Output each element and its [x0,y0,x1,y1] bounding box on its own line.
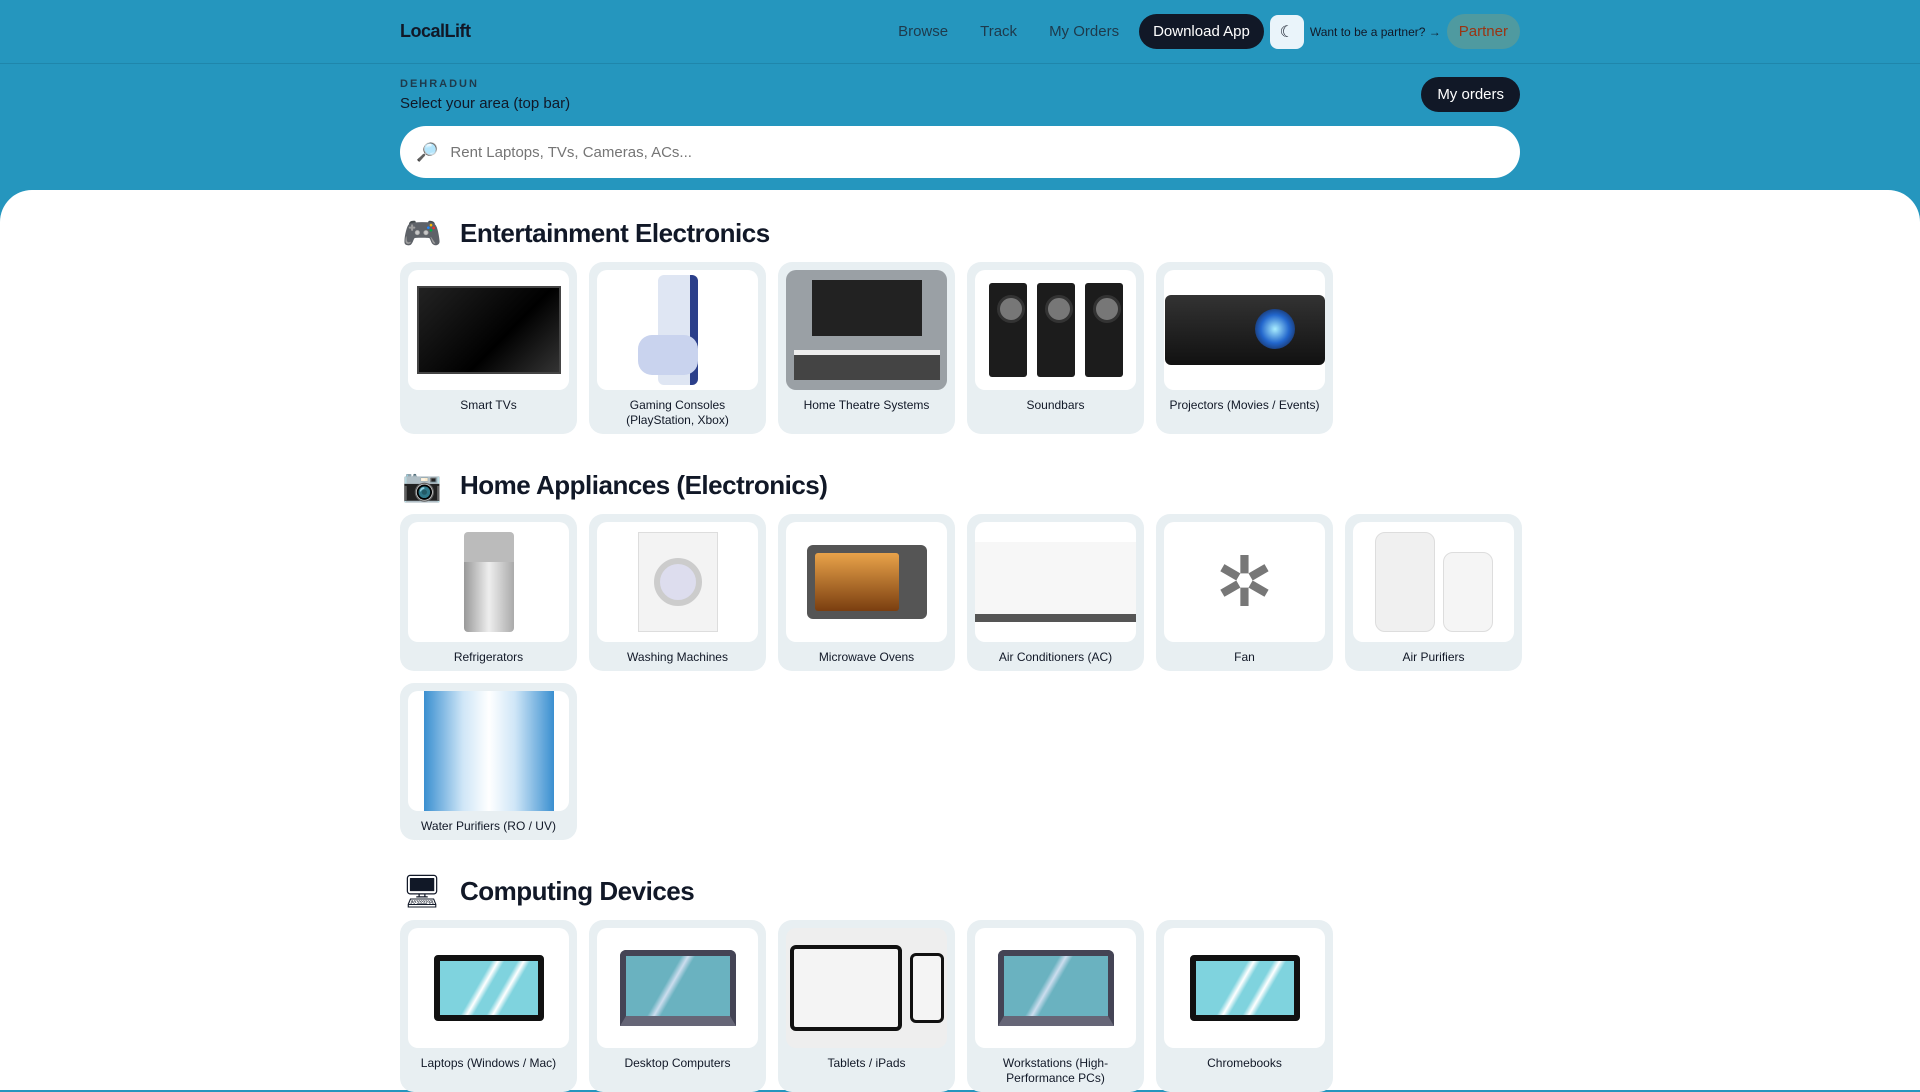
air-conditioner-image [975,522,1136,642]
gaming-console-icon: 🎮 [402,215,442,251]
section-title: Home Appliances (Electronics) [460,469,828,500]
air-purifier-image [1353,522,1514,642]
location-bar: DEHRADUN Select your area (top bar) My o… [0,64,1920,190]
category-card[interactable]: Workstations (High-Performance PCs) [967,920,1144,1092]
nav-browse[interactable]: Browse [898,23,948,40]
section-header: 🖥 Computing Devices [400,868,1520,914]
section-title: Entertainment Electronics [460,217,770,248]
category-card[interactable]: Chromebooks [1156,920,1333,1092]
fan-image: ✲ [1164,522,1325,642]
soundbars-image [975,270,1136,390]
category-card[interactable]: Washing Machines [589,514,766,671]
section-title: Computing Devices [460,875,695,906]
category-card[interactable]: Projectors (Movies / Events) [1156,262,1333,434]
category-card[interactable]: Air Conditioners (AC) [967,514,1144,671]
smart-tv-image [408,270,569,390]
section-header: 🎮 Entertainment Electronics [400,210,1520,256]
card-label: Projectors (Movies / Events) [1169,398,1320,412]
category-card[interactable]: Microwave Ovens [778,514,955,671]
top-nav: LocalLift Browse Track My Orders Downloa… [0,0,1920,64]
city-label: DEHRADUN [400,78,479,90]
download-app-button[interactable]: Download App [1139,14,1264,49]
chromebook-image [1164,928,1325,1048]
category-card[interactable]: Refrigerators [400,514,577,671]
category-card[interactable]: Water Purifiers (RO / UV) [400,683,577,840]
card-label: Water Purifiers (RO / UV) [421,819,556,833]
category-card[interactable]: Soundbars [967,262,1144,434]
home-theatre-image [786,270,947,390]
partner-button[interactable]: Partner [1446,14,1520,49]
water-purifier-image [408,691,569,811]
category-card[interactable]: Desktop Computers [589,920,766,1092]
category-card[interactable]: Laptops (Windows / Mac) [400,920,577,1092]
card-label: Laptops (Windows / Mac) [420,1056,557,1070]
card-label: Gaming Consoles (PlayStation, Xbox) [626,398,729,427]
search-bar[interactable]: 🔎 [400,126,1520,178]
camera-icon: 📷 [402,467,442,503]
nav-track[interactable]: Track [980,23,1017,40]
card-label: Fan [1234,650,1255,664]
card-label: Air Conditioners (AC) [998,650,1113,664]
washing-machine-image [597,522,758,642]
projector-image [1164,270,1325,390]
card-label: Microwave Ovens [818,650,915,664]
category-card[interactable]: ✲ Fan [1156,514,1333,671]
category-card[interactable]: Home Theatre Systems [778,262,955,434]
card-label: Refrigerators [453,650,524,664]
desktop-computer-image [597,928,758,1048]
microwave-oven-image [786,522,947,642]
refrigerator-image [408,522,569,642]
category-card[interactable]: Tablets / iPads [778,920,955,1092]
card-label: Chromebooks [1207,1056,1282,1070]
card-label: Washing Machines [627,650,728,664]
section-header: 📷 Home Appliances (Electronics) [400,462,1520,508]
laptop-image [408,928,569,1048]
search-input[interactable] [450,143,1520,161]
card-label: Desktop Computers [624,1056,731,1070]
partner-prompt-link[interactable]: Want to be a partner? → [1310,25,1441,39]
logo[interactable]: LocalLift [400,21,471,42]
search-icon: 🔎 [416,141,439,162]
my-orders-button[interactable]: My orders [1421,77,1520,112]
card-label: Air Purifiers [1402,650,1465,664]
category-card[interactable]: Gaming Consoles (PlayStation, Xbox) [589,262,766,434]
workstation-image [975,928,1136,1048]
card-label: Home Theatre Systems [803,398,930,412]
card-label: Tablets / iPads [827,1056,906,1070]
card-label: Workstations (High-Performance PCs) [1002,1056,1109,1085]
category-card[interactable]: Smart TVs [400,262,577,434]
card-label: Smart TVs [460,398,517,412]
gaming-console-image [597,270,758,390]
card-label: Soundbars [1026,398,1085,412]
tablet-image [786,928,947,1048]
theme-toggle-moon-icon[interactable]: ☾ [1269,14,1304,49]
nav-my-orders[interactable]: My Orders [1049,23,1119,40]
monitor-icon: 🖥 [401,873,443,909]
category-card[interactable]: Air Purifiers [1345,514,1522,671]
catalog-panel: 🎮 Entertainment Electronics Smart TVs Ga… [0,190,1920,1092]
area-selector[interactable]: Select your area (top bar) [400,95,1520,112]
